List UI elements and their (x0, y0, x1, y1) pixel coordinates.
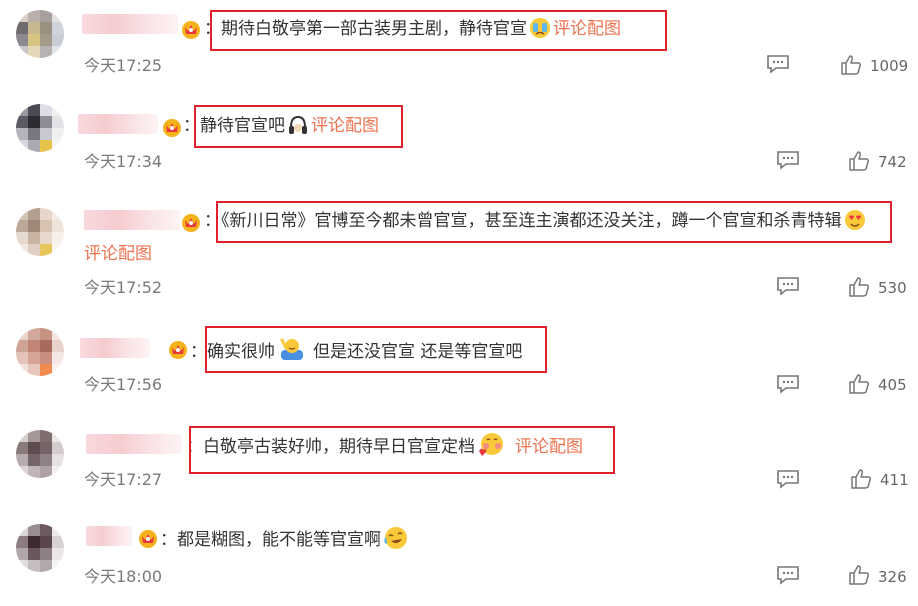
like-count: 1009 (870, 57, 909, 75)
comment-item: ：期待白敬亭第一部古装男主剧，静待官宣 评论配图 今天17:25 1009 (0, 0, 918, 98)
avatar[interactable] (16, 524, 64, 572)
reply-icon[interactable] (776, 374, 800, 394)
vip-crown-icon (169, 341, 187, 359)
username[interactable] (86, 526, 132, 546)
vip-crown-icon (182, 21, 200, 39)
avatar[interactable] (16, 104, 64, 152)
username[interactable] (78, 114, 158, 134)
crying-emoji-icon (530, 18, 550, 38)
timestamp: 今天17:52 (84, 278, 163, 297)
timestamp: 今天17:25 (84, 56, 163, 75)
like-count: 530 (878, 279, 907, 297)
comment-item: ：静待官宣吧 评论配图 今天17:34 742 (0, 96, 918, 194)
comment-text: ：期待白敬亭第一部古装男主剧，静待官宣 评论配图 (204, 18, 621, 39)
avatar[interactable] (16, 328, 64, 376)
comment-text: ：都是糊图，能不能等官宣啊 (160, 526, 411, 552)
comment-image-link[interactable]: 评论配图 (553, 19, 621, 39)
avatar[interactable] (16, 208, 64, 256)
comment-text: ：确实很帅 但是还没官宣 还是等官宣吧 (190, 336, 522, 364)
heart-eyes-emoji-icon (844, 210, 865, 230)
comment-image-link[interactable]: 评论配图 (311, 116, 379, 136)
timestamp: 今天18:00 (84, 567, 163, 586)
headphones-emoji-icon (289, 115, 307, 134)
comment-item: ：《新川日常》官博至今都未曾官宣，甚至连主演都还没关注，蹲一个官宣和杀青特辑 评… (0, 196, 918, 297)
reply-icon[interactable] (766, 54, 790, 74)
comment-text: ：静待官宣吧 评论配图 (183, 115, 379, 136)
waving-person-emoji-icon (280, 338, 303, 360)
avatar[interactable] (16, 430, 64, 478)
like-count: 742 (878, 153, 907, 171)
like-count: 411 (880, 471, 909, 489)
comment-item: ：白敬亭古装好帅，期待早日官宣定档 评论配图 今天17:27 411 (0, 418, 918, 516)
vip-crown-icon (139, 530, 157, 548)
username[interactable] (84, 210, 180, 230)
comment-item: ：都是糊图，能不能等官宣啊 今天18:00 326 (0, 514, 918, 606)
like-icon[interactable] (848, 373, 870, 395)
reply-icon[interactable] (776, 565, 800, 585)
username[interactable] (80, 338, 150, 358)
avatar[interactable] (16, 10, 64, 58)
like-count: 405 (878, 376, 907, 394)
username[interactable] (86, 434, 182, 454)
reply-icon[interactable] (776, 469, 800, 489)
comment-image-link[interactable]: 评论配图 (84, 239, 152, 264)
timestamp: 今天17:34 (84, 152, 163, 171)
username[interactable] (82, 14, 178, 34)
like-icon[interactable] (848, 564, 870, 586)
comment-item: ：确实很帅 但是还没官宣 还是等官宣吧 今天17:56 405 (0, 318, 918, 416)
vip-crown-icon (182, 214, 200, 232)
comment-text: ：白敬亭古装好帅，期待早日官宣定档 评论配图 (186, 431, 583, 459)
laughing-crying-emoji-icon (384, 527, 407, 549)
like-icon[interactable] (848, 150, 870, 172)
reply-icon[interactable] (776, 276, 800, 296)
like-icon[interactable] (848, 276, 870, 298)
like-icon[interactable] (850, 468, 872, 490)
like-icon[interactable] (840, 54, 862, 76)
vip-crown-icon (163, 119, 181, 137)
timestamp: 今天17:27 (84, 470, 163, 489)
comment-image-link[interactable]: 评论配图 (515, 437, 583, 457)
comment-text: ：《新川日常》官博至今都未曾官宣，甚至连主演都还没关注，蹲一个官宣和杀青特辑 (204, 209, 868, 233)
like-count: 326 (878, 568, 907, 586)
timestamp: 今天17:56 (84, 375, 163, 394)
blushing-emoji-icon (479, 433, 503, 456)
reply-icon[interactable] (776, 150, 800, 170)
